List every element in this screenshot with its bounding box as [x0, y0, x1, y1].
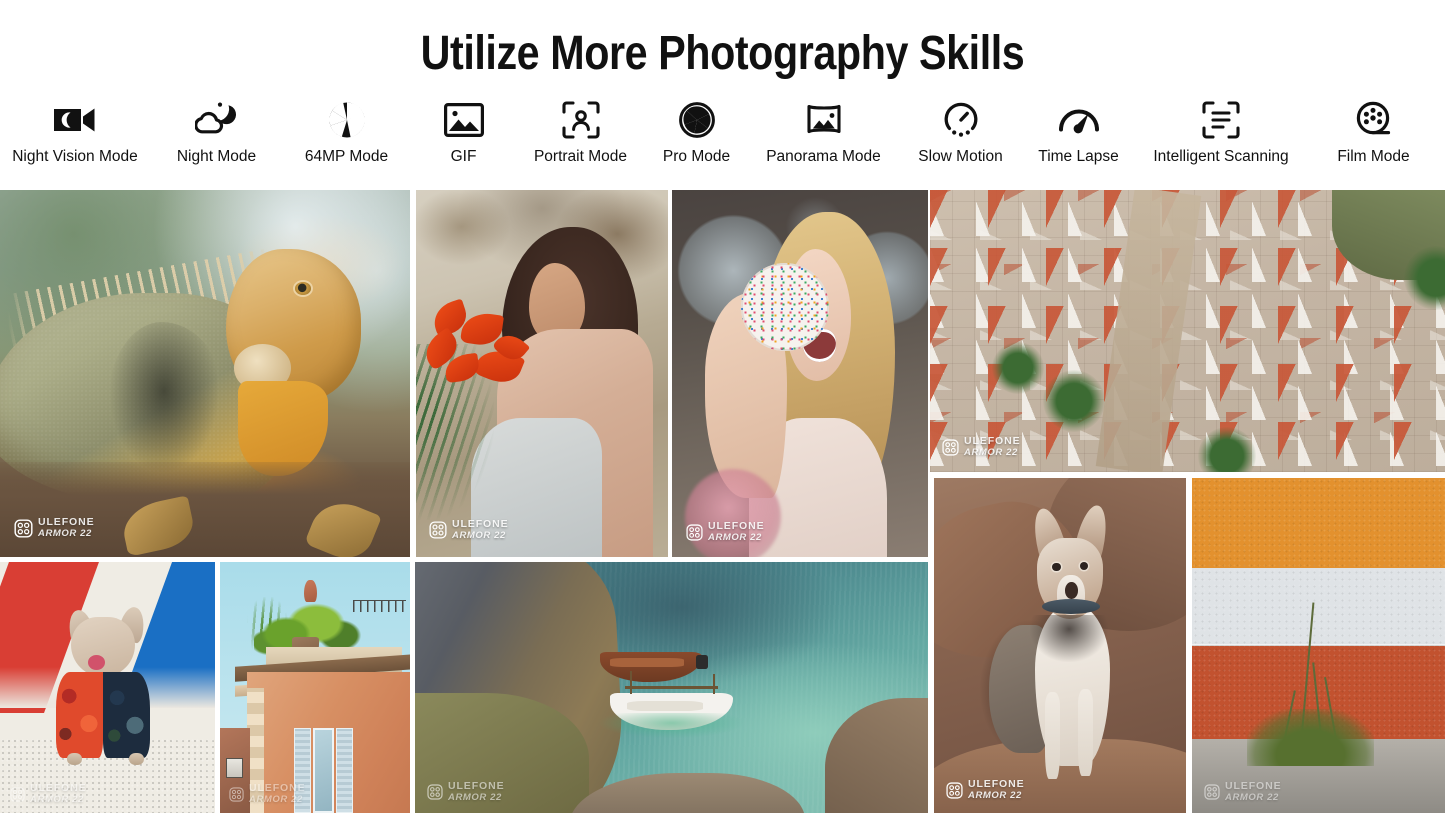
film-reel-icon — [1351, 100, 1397, 140]
camera-mode-label: Portrait Mode — [534, 149, 627, 165]
panorama-icon — [801, 100, 847, 140]
camera-mode-label: Pro Mode — [663, 149, 730, 165]
photo-town — [930, 190, 1445, 472]
camera-mode-slow-motion-gauge[interactable]: Slow Motion — [898, 100, 1023, 165]
camera-mode-image[interactable]: GIF — [410, 100, 517, 165]
speedometer-icon — [1056, 100, 1102, 140]
image-icon — [441, 100, 487, 140]
gallery-item-husky[interactable]: ULEFONE ARMOR 22 — [934, 478, 1186, 813]
gallery-item-building[interactable]: ULEFONE ARMOR 22 — [220, 562, 410, 813]
gallery-item-iguana[interactable]: ULEFONE ARMOR 22 — [0, 190, 410, 557]
camera-mode-scan-document[interactable]: Intelligent Scanning — [1134, 100, 1308, 165]
photo-wall — [1192, 478, 1445, 813]
camera-modes-row: Night Vision Mode Night Mode 64MP Mode GIF P… — [0, 100, 1445, 165]
camera-mode-aperture[interactable]: 64MP Mode — [283, 100, 410, 165]
gallery-item-frenchie[interactable]: ULEFONE ARMOR 22 — [0, 562, 215, 813]
camera-mode-moon-cloud[interactable]: Night Mode — [150, 100, 283, 165]
camera-mode-label: Time Lapse — [1038, 149, 1118, 165]
photo-husky — [934, 478, 1186, 813]
camera-mode-night-vision-camera[interactable]: Night Vision Mode — [0, 100, 150, 165]
photo-iguana — [0, 190, 410, 557]
camera-mode-label: Night Mode — [177, 149, 256, 165]
camera-mode-label: Intelligent Scanning — [1153, 149, 1288, 165]
shutter-icon — [674, 100, 720, 140]
camera-mode-label: 64MP Mode — [305, 149, 388, 165]
camera-mode-label: GIF — [451, 149, 477, 165]
moon-cloud-icon — [194, 100, 240, 140]
scan-document-icon — [1198, 100, 1244, 140]
night-vision-camera-icon — [52, 100, 98, 140]
camera-mode-film-reel[interactable]: Film Mode — [1308, 100, 1439, 165]
photo-frenchie — [0, 562, 215, 813]
photo-boats — [415, 562, 928, 813]
camera-mode-shutter[interactable]: Pro Mode — [644, 100, 749, 165]
camera-mode-label: Night Vision Mode — [12, 149, 138, 165]
camera-mode-panorama[interactable]: Panorama Mode — [749, 100, 898, 165]
camera-mode-speedometer[interactable]: Time Lapse — [1023, 100, 1134, 165]
photography-skills-page: Utilize More Photography Skills Night Vi… — [0, 0, 1445, 813]
photo-portrait — [416, 190, 668, 557]
gallery-item-donut[interactable]: ULEFONE ARMOR 22 — [672, 190, 928, 557]
photo-building — [220, 562, 410, 813]
camera-mode-portrait-frame[interactable]: Portrait Mode — [517, 100, 644, 165]
aperture-icon — [324, 100, 370, 140]
camera-mode-label: Slow Motion — [918, 149, 1002, 165]
camera-mode-label: Panorama Mode — [766, 149, 881, 165]
gallery-item-town[interactable]: ULEFONE ARMOR 22 — [930, 190, 1445, 472]
photo-gallery-grid: ULEFONE ARMOR 22 — [0, 190, 1445, 813]
slow-motion-gauge-icon — [938, 100, 984, 140]
gallery-item-boats[interactable]: ULEFONE ARMOR 22 — [415, 562, 928, 813]
gallery-item-wall[interactable]: ULEFONE ARMOR 22 — [1192, 478, 1445, 813]
gallery-item-portrait[interactable]: ULEFONE ARMOR 22 — [416, 190, 668, 557]
portrait-frame-icon — [558, 100, 604, 140]
page-title: Utilize More Photography Skills — [101, 26, 1344, 81]
photo-donut — [672, 190, 928, 557]
camera-mode-label: Film Mode — [1337, 149, 1409, 165]
